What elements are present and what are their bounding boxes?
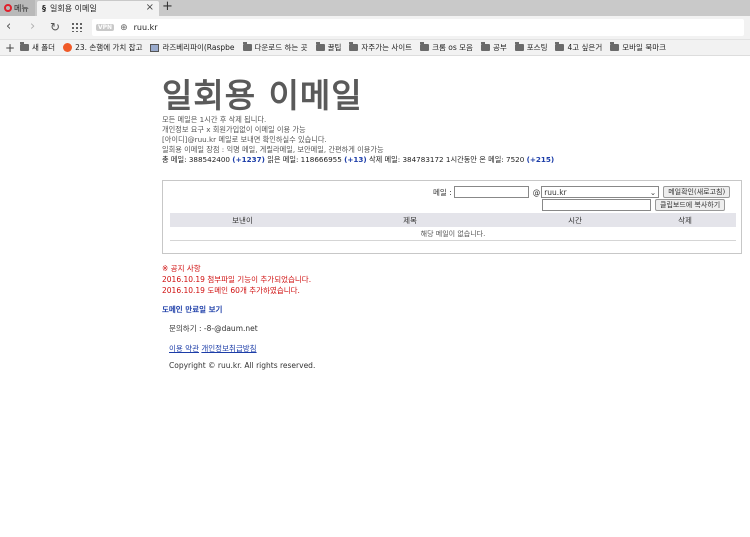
bookmark-item[interactable]: 공부 xyxy=(480,42,507,53)
page-title: 일회용 이메일 xyxy=(162,76,363,115)
mail-stats: 총 메일: 388542400 (+1237) 읽은 메일: 118666955… xyxy=(162,155,742,165)
chevron-down-icon: ⌄ xyxy=(649,187,657,197)
bookmark-item[interactable]: 포스팅 xyxy=(514,42,548,53)
intro-text: 모든 메일은 1시간 후 삭제 됩니다. 개인정보 요구 x 회원가입없이 이메… xyxy=(162,115,742,155)
mailbox-panel: 메일 : @ ruu.kr ⌄ 메일확인(새로고침) 클립보드에 복사하기 보낸… xyxy=(162,180,742,254)
site-favicon-icon xyxy=(63,43,73,52)
folder-icon xyxy=(514,42,524,51)
column-time: 시간 xyxy=(568,215,582,225)
check-mail-button[interactable]: 메일확인(새로고침) xyxy=(663,186,731,198)
bookmark-label: 4고 싶은거 xyxy=(567,43,603,52)
intro-line: 모든 메일은 1시간 후 삭제 됩니다. xyxy=(162,115,267,124)
bookmark-label: 23. 손햄에 가치 잡고 xyxy=(75,43,143,52)
computer-icon xyxy=(150,43,160,52)
folder-icon xyxy=(349,42,359,51)
empty-table-row: 해당 메일이 없습니다. xyxy=(170,227,736,241)
bookmark-item[interactable]: 4고 싶은거 xyxy=(555,42,602,53)
new-tab-button[interactable]: + xyxy=(162,0,173,14)
globe-icon: ⊕ xyxy=(120,22,128,33)
column-sender: 보낸이 xyxy=(232,215,253,225)
bookmark-label: 공부 xyxy=(492,43,507,52)
copyright-text: Copyright © ruu.kr. All rights reserved. xyxy=(169,361,316,370)
bookmark-item[interactable]: 다운로드 하는 곳 xyxy=(242,42,308,53)
contact-text: 문의하기 : -8-@daum.net xyxy=(169,324,258,333)
folder-icon xyxy=(20,42,29,51)
url-text[interactable]: ruu.kr xyxy=(134,23,158,32)
domain-select[interactable]: ruu.kr ⌄ xyxy=(541,186,660,198)
close-tab-icon[interactable]: × xyxy=(146,2,154,13)
at-sign: @ xyxy=(532,187,541,197)
folder-icon xyxy=(610,42,620,51)
bookmark-label: 포스팅 xyxy=(526,43,548,52)
tab-strip: 메뉴 § 일회용 이메일 × + xyxy=(0,0,750,16)
intro-line: [아이디]@ruu.kr 메일로 보내면 확인하실수 있습니다. xyxy=(162,135,327,144)
back-arrow-icon[interactable]: ‹ xyxy=(6,19,11,35)
folder-icon xyxy=(420,42,430,51)
bookmark-label: 새 폴더 xyxy=(32,43,56,52)
email-label: 메일 : xyxy=(433,187,452,197)
bookmark-item[interactable]: 라즈베리파이(Raspbe xyxy=(150,42,235,53)
copy-clipboard-button[interactable]: 클립보드에 복사하기 xyxy=(655,199,726,211)
folder-icon xyxy=(242,42,252,51)
speed-dial-grid-icon[interactable] xyxy=(71,22,82,32)
column-delete: 삭제 xyxy=(678,215,692,225)
notice-item: 2016.10.19 첨부파일 기능이 추가되었습니다. xyxy=(162,275,312,284)
intro-line: 개인정보 요구 x 회원가입없이 이메일 이용 가능 xyxy=(162,125,306,134)
tab-title: 일회용 이메일 xyxy=(50,4,97,13)
address-toolbar: ‹ › ↻ VPN ⊕ ruu.kr xyxy=(0,16,750,40)
intro-line: 일회용 이메일 장점 : 익명 메일, 게릴라메일, 보안메일, 간편하게 이용… xyxy=(162,145,384,154)
bookmark-item[interactable]: 새 폴더 xyxy=(20,42,55,53)
bookmark-label: 크롬 os 모음 xyxy=(432,43,473,52)
domain-selected-value: ruu.kr xyxy=(544,187,567,197)
stat-read-delta: (+13) xyxy=(344,155,367,164)
full-address-field[interactable] xyxy=(542,199,651,211)
terms-link[interactable]: 이용 약관 xyxy=(169,344,199,353)
notice-section: ※ 공지 사항 2016.10.19 첨부파일 기능이 추가되었습니다. 201… xyxy=(162,263,742,296)
folder-icon xyxy=(480,42,490,51)
bookmark-label: 다운로드 하는 곳 xyxy=(254,43,308,52)
folder-icon xyxy=(555,42,565,51)
stat-total: 총 메일: 388542400 xyxy=(162,155,230,164)
notice-title: ※ 공지 사항 xyxy=(162,264,201,273)
bookmark-item[interactable]: 꿀팁 xyxy=(315,42,342,53)
domain-expiry-link[interactable]: 도메인 만료일 보기 xyxy=(162,304,742,315)
bookmark-label: 모바일 북마크 xyxy=(622,43,667,52)
menu-label: 메뉴 xyxy=(14,3,29,13)
email-id-input[interactable] xyxy=(453,186,529,198)
bookmark-item[interactable]: 크롬 os 모음 xyxy=(420,42,473,53)
folder-icon xyxy=(315,42,325,51)
page-content: 일회용 이메일 모든 메일은 1시간 후 삭제 됩니다. 개인정보 요구 x 회… xyxy=(162,76,742,370)
bookmark-item[interactable]: 자주가는 사이트 xyxy=(349,42,412,53)
forward-arrow-icon[interactable]: › xyxy=(30,19,35,35)
footer: 문의하기 : -8-@daum.net 이용 약관 개인정보취급방침 Copyr… xyxy=(169,323,742,370)
stat-deleted: 삭제 메일: 384783172 1시간동안 온 메일: 7520 xyxy=(369,155,525,164)
bookmark-label: 자주가는 사이트 xyxy=(361,43,413,52)
site-favicon-icon: § xyxy=(42,4,46,13)
opera-logo-icon xyxy=(4,4,12,12)
mail-table-header: 보낸이 제목 시간 삭제 xyxy=(170,213,736,227)
url-bar[interactable]: VPN ⊕ ruu.kr xyxy=(92,19,744,36)
bookmark-label: 꿀팁 xyxy=(327,43,342,52)
notice-item: 2016.10.19 도메인 60개 추가하였습니다. xyxy=(162,286,300,295)
bookmarks-bar: + 새 폴더 23. 손햄에 가치 잡고 라즈베리파이(Raspbe 다운로드 … xyxy=(0,40,750,56)
tab-active[interactable]: § 일회용 이메일 × xyxy=(37,1,159,16)
stat-total-delta: (+1237) xyxy=(232,155,265,164)
vpn-badge[interactable]: VPN xyxy=(96,24,115,31)
reload-icon[interactable]: ↻ xyxy=(50,19,60,35)
privacy-link[interactable]: 개인정보취급방침 xyxy=(201,344,256,353)
opera-menu-button[interactable]: 메뉴 xyxy=(0,0,35,16)
copy-row: 클립보드에 복사하기 xyxy=(542,199,726,211)
column-subject: 제목 xyxy=(403,215,417,225)
stat-read: 읽은 메일: 118666955 xyxy=(267,155,342,164)
add-bookmark-icon[interactable]: + xyxy=(0,41,20,55)
bookmark-item[interactable]: 23. 손햄에 가치 잡고 xyxy=(63,42,142,53)
bookmark-item[interactable]: 모바일 북마크 xyxy=(610,42,666,53)
stat-hour-delta: (+215) xyxy=(526,155,555,164)
email-form-row: 메일 : @ ruu.kr ⌄ 메일확인(새로고침) xyxy=(433,186,731,198)
bookmark-label: 라즈베리파이(Raspbe xyxy=(162,43,235,52)
footer-links: 이용 약관 개인정보취급방침 xyxy=(169,343,742,354)
